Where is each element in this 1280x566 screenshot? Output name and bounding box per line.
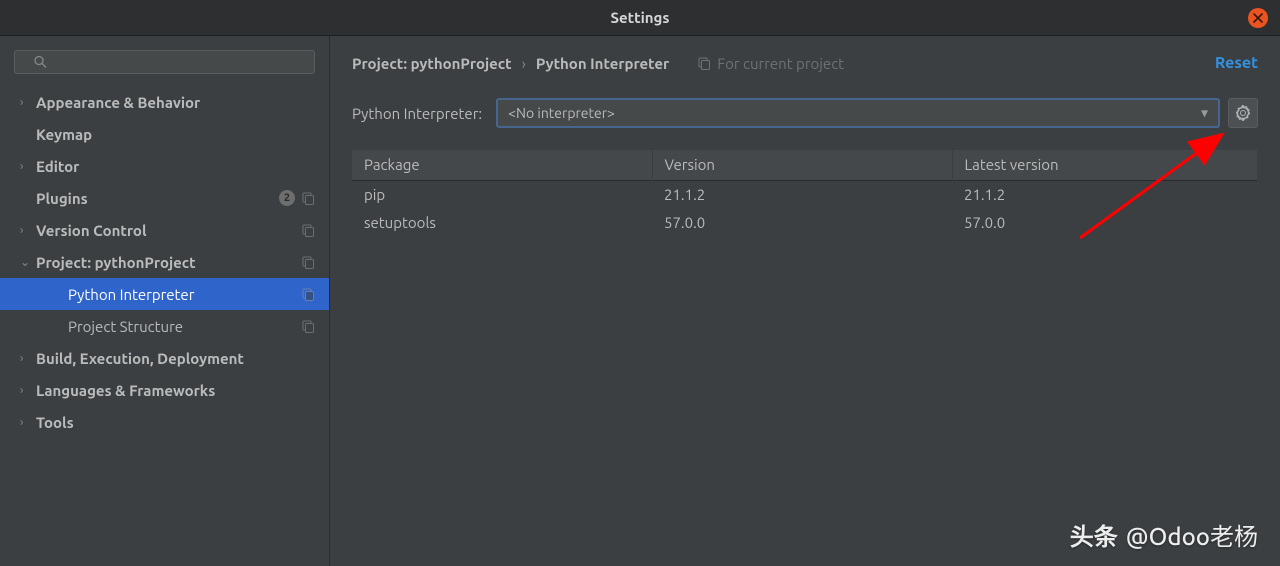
close-icon bbox=[1253, 13, 1263, 23]
interpreter-label: Python Interpreter: bbox=[352, 105, 482, 122]
sidebar-item-appearance-behavior[interactable]: › Appearance & Behavior bbox=[0, 86, 329, 118]
titlebar: Settings bbox=[0, 0, 1280, 36]
breadcrumb-root[interactable]: Project: pythonProject bbox=[352, 55, 512, 72]
chevron-down-icon: ▾ bbox=[1201, 105, 1208, 122]
sidebar-item-plugins[interactable]: Plugins 2 bbox=[0, 182, 329, 214]
interpreter-settings-button[interactable] bbox=[1228, 98, 1258, 128]
caret-icon: › bbox=[20, 224, 32, 237]
caret-icon: › bbox=[20, 416, 32, 429]
copy-icon bbox=[301, 191, 315, 205]
sidebar: › Appearance & Behavior Keymap › Editor Plugi… bbox=[0, 36, 330, 566]
sidebar-item-project-pythonproject[interactable]: ⌄ Project: pythonProject bbox=[0, 246, 329, 278]
th-version[interactable]: Version bbox=[652, 150, 952, 180]
interpreter-dropdown[interactable]: <No interpreter> ▾ bbox=[496, 98, 1220, 128]
breadcrumb-bar: Project: pythonProject › Python Interpre… bbox=[352, 54, 1258, 72]
sidebar-item-build-execution-deployment[interactable]: › Build, Execution, Deployment bbox=[0, 342, 329, 374]
breadcrumb-leaf: Python Interpreter bbox=[536, 55, 669, 72]
sidebar-item-label: Tools bbox=[36, 414, 315, 431]
reset-link[interactable]: Reset bbox=[1215, 54, 1258, 72]
table-row[interactable]: pip21.1.221.1.2 bbox=[352, 180, 1258, 208]
sidebar-item-languages-frameworks[interactable]: › Languages & Frameworks bbox=[0, 374, 329, 406]
sidebar-item-label: Keymap bbox=[36, 126, 315, 143]
window-title: Settings bbox=[611, 9, 670, 26]
cell-version: 21.1.2 bbox=[652, 180, 952, 208]
sidebar-item-editor[interactable]: › Editor bbox=[0, 150, 329, 182]
sidebar-item-label: Editor bbox=[36, 158, 315, 175]
sidebar-item-label: Appearance & Behavior bbox=[36, 94, 315, 111]
settings-search-input[interactable] bbox=[14, 50, 315, 74]
sidebar-item-label: Languages & Frameworks bbox=[36, 382, 315, 399]
sidebar-item-python-interpreter[interactable]: Python Interpreter bbox=[0, 278, 329, 310]
sidebar-item-label: Build, Execution, Deployment bbox=[36, 350, 315, 367]
packages-table: Package Version Latest version pip21.1.2… bbox=[352, 150, 1258, 236]
chevron-right-icon: › bbox=[522, 55, 526, 72]
table-row[interactable]: setuptools57.0.057.0.0 bbox=[352, 208, 1258, 236]
interpreter-value: <No interpreter> bbox=[508, 105, 615, 121]
th-package[interactable]: Package bbox=[352, 150, 652, 180]
sidebar-item-label: Plugins bbox=[36, 190, 273, 207]
plugins-badge: 2 bbox=[279, 190, 295, 206]
copy-icon bbox=[301, 255, 315, 269]
caret-icon: › bbox=[20, 96, 32, 109]
watermark: 头条 @Odoo老杨 bbox=[1070, 517, 1258, 552]
copy-icon bbox=[301, 319, 315, 333]
scope-label: For current project bbox=[697, 55, 844, 72]
cell-latest: 57.0.0 bbox=[952, 208, 1258, 236]
settings-main-panel: Project: pythonProject › Python Interpre… bbox=[330, 36, 1280, 566]
sidebar-item-version-control[interactable]: › Version Control bbox=[0, 214, 329, 246]
th-latest[interactable]: Latest version bbox=[952, 150, 1258, 180]
cell-package: pip bbox=[352, 180, 652, 208]
copy-icon bbox=[697, 56, 711, 70]
window-close-button[interactable] bbox=[1248, 8, 1268, 28]
sidebar-item-tools[interactable]: › Tools bbox=[0, 406, 329, 438]
cell-version: 57.0.0 bbox=[652, 208, 952, 236]
caret-icon: › bbox=[20, 384, 32, 397]
cell-package: setuptools bbox=[352, 208, 652, 236]
caret-icon: › bbox=[20, 352, 32, 365]
sidebar-item-label: Python Interpreter bbox=[68, 286, 295, 303]
sidebar-item-label: Project Structure bbox=[68, 318, 295, 335]
sidebar-item-project-structure[interactable]: Project Structure bbox=[0, 310, 329, 342]
caret-icon: › bbox=[20, 160, 32, 173]
sidebar-item-label: Project: pythonProject bbox=[36, 254, 295, 271]
copy-icon bbox=[301, 223, 315, 237]
cell-latest: 21.1.2 bbox=[952, 180, 1258, 208]
sidebar-item-keymap[interactable]: Keymap bbox=[0, 118, 329, 150]
copy-icon bbox=[301, 287, 315, 301]
caret-icon: ⌄ bbox=[20, 255, 32, 269]
gear-icon bbox=[1235, 105, 1251, 121]
sidebar-item-label: Version Control bbox=[36, 222, 295, 239]
